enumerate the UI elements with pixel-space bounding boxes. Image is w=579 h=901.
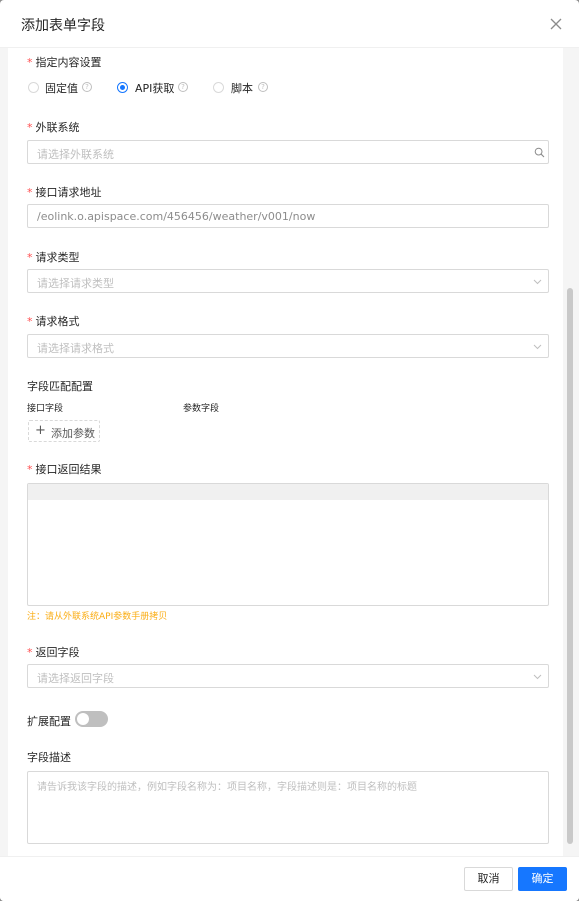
api-result-note: 注：请从外联系统API参数手册拷贝 bbox=[27, 612, 168, 622]
radio-script[interactable] bbox=[213, 82, 224, 93]
help-icon[interactable]: ? bbox=[258, 82, 268, 92]
chevron-down-icon[interactable] bbox=[532, 341, 543, 352]
radio-api-fetch[interactable] bbox=[117, 82, 128, 93]
extension-toggle[interactable] bbox=[75, 711, 108, 727]
api-url-value: /eolink.o.apispace.com/456456/weather/v0… bbox=[37, 210, 316, 223]
return-field-label: * 返回字段 bbox=[27, 646, 80, 659]
return-field-select[interactable]: 请选择返回字段 bbox=[27, 664, 549, 688]
search-icon[interactable] bbox=[534, 147, 545, 158]
plus-icon: + bbox=[35, 423, 46, 438]
required-mark: * bbox=[27, 463, 33, 476]
content-setting-label: * 指定内容设置 bbox=[27, 56, 102, 69]
description-placeholder: 请告诉我该字段的描述，例如字段名称为：项目名称，字段描述则是：项目名称的标题 bbox=[37, 782, 417, 793]
required-mark: * bbox=[27, 251, 33, 264]
interface-field-column: 接口字段 bbox=[27, 404, 64, 414]
api-url-input[interactable]: /eolink.o.apispace.com/456456/weather/v0… bbox=[27, 204, 549, 228]
required-mark: * bbox=[27, 56, 33, 69]
api-result-editor[interactable] bbox=[27, 483, 549, 606]
radio-fixed-value[interactable] bbox=[28, 82, 39, 93]
description-textarea[interactable]: 请告诉我该字段的描述，例如字段名称为：项目名称，字段描述则是：项目名称的标题 bbox=[27, 771, 549, 844]
request-type-select[interactable]: 请选择请求类型 bbox=[27, 269, 549, 293]
request-format-select[interactable]: 请选择请求格式 bbox=[27, 334, 549, 358]
add-form-field-modal: 添加表单字段 * 指定内容设置 固定值 ? API获取 ? 脚本 ? * 外联系统 … bbox=[0, 0, 579, 901]
field-mapping-label: 字段匹配配置 bbox=[27, 380, 93, 393]
chevron-down-icon[interactable] bbox=[532, 671, 543, 682]
radio-api-fetch-label[interactable]: API获取 bbox=[135, 80, 174, 96]
required-mark: * bbox=[27, 186, 33, 199]
radio-script-label[interactable]: 脚本 bbox=[231, 80, 253, 96]
modal-body[interactable] bbox=[0, 48, 579, 856]
add-param-label: 添加参数 bbox=[51, 427, 95, 440]
add-param-button[interactable]: + 添加参数 bbox=[28, 420, 100, 442]
modal-header: 添加表单字段 bbox=[0, 0, 579, 48]
required-mark: * bbox=[27, 121, 33, 134]
external-system-select[interactable]: 请选择外联系统 bbox=[27, 140, 549, 164]
param-field-column: 参数字段 bbox=[183, 404, 220, 414]
request-format-label: * 请求格式 bbox=[27, 315, 80, 328]
request-format-placeholder: 请选择请求格式 bbox=[37, 342, 114, 355]
editor-active-line bbox=[28, 484, 548, 500]
chevron-down-icon[interactable] bbox=[532, 276, 543, 287]
extension-label: 扩展配置 bbox=[27, 715, 71, 728]
required-mark: * bbox=[27, 315, 33, 328]
form-card bbox=[8, 48, 563, 856]
external-system-label: * 外联系统 bbox=[27, 121, 80, 134]
return-field-placeholder: 请选择返回字段 bbox=[37, 672, 114, 685]
request-type-placeholder: 请选择请求类型 bbox=[37, 277, 114, 290]
scrollbar-thumb[interactable] bbox=[567, 288, 573, 844]
request-type-label: * 请求类型 bbox=[27, 251, 80, 264]
external-system-placeholder: 请选择外联系统 bbox=[37, 148, 114, 161]
description-label: 字段描述 bbox=[27, 751, 71, 764]
help-icon[interactable]: ? bbox=[178, 82, 188, 92]
modal-footer: 取消 确定 bbox=[0, 856, 579, 901]
radio-fixed-value-label[interactable]: 固定值 bbox=[45, 80, 78, 96]
toggle-knob bbox=[77, 713, 89, 725]
close-icon[interactable] bbox=[549, 17, 563, 31]
cancel-button[interactable]: 取消 bbox=[464, 867, 513, 891]
api-url-label: * 接口请求地址 bbox=[27, 186, 102, 199]
help-icon[interactable]: ? bbox=[82, 82, 92, 92]
confirm-button[interactable]: 确定 bbox=[518, 867, 567, 891]
required-mark: * bbox=[27, 646, 33, 659]
api-result-label: * 接口返回结果 bbox=[27, 463, 102, 476]
modal-title: 添加表单字段 bbox=[21, 18, 105, 34]
